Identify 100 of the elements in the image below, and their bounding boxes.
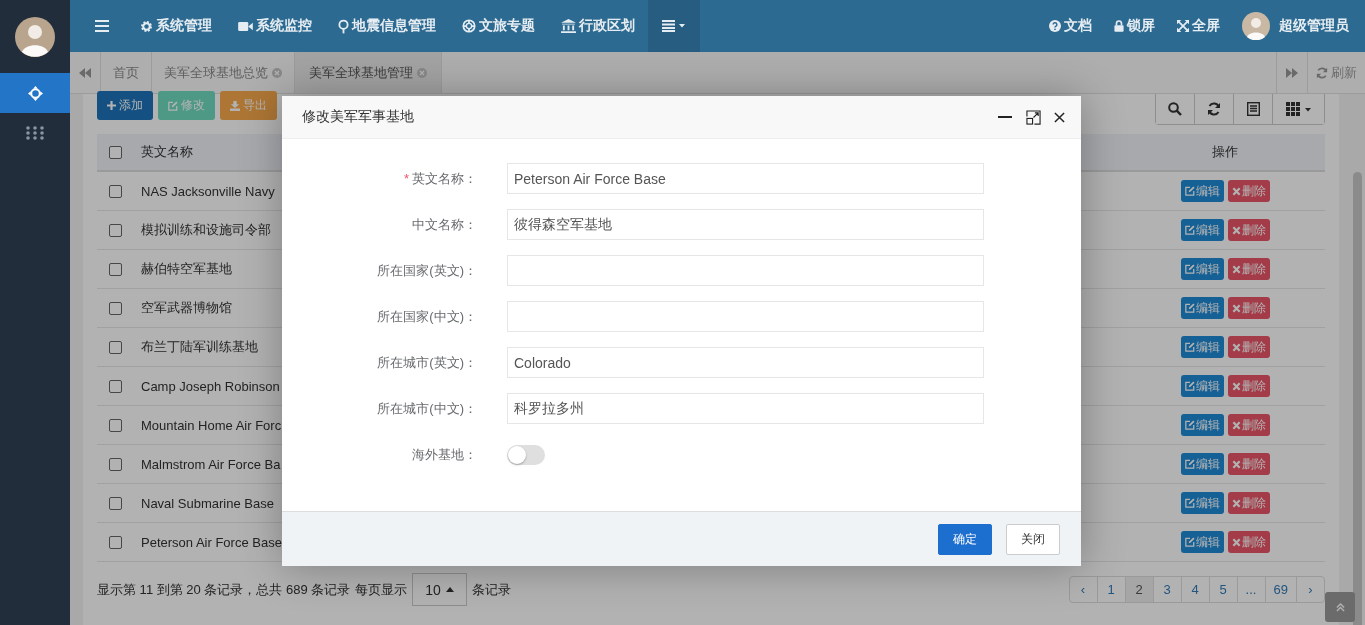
input-field[interactable] — [507, 255, 984, 286]
close-icon — [1231, 225, 1241, 235]
row-checkbox[interactable] — [109, 535, 122, 549]
row-checkbox[interactable] — [109, 457, 122, 471]
maximize-icon[interactable] — [1026, 109, 1041, 125]
select-all-checkbox[interactable] — [109, 145, 122, 159]
double-right-icon — [1286, 67, 1298, 78]
edit-icon — [1184, 186, 1195, 196]
edit-button[interactable]: 编辑 — [1180, 375, 1224, 397]
row-checkbox[interactable] — [109, 301, 122, 315]
table-cell: Naval Submarine Base — [141, 495, 274, 511]
close-icon[interactable] — [1054, 111, 1065, 123]
table-cell: Peterson Air Force Base — [141, 534, 282, 550]
close-icon — [1231, 303, 1241, 313]
nav-menu-item[interactable]: 文档 — [1038, 0, 1103, 52]
field-label: 海外基地： — [412, 446, 477, 462]
delete-button[interactable]: 删除 — [1227, 414, 1270, 436]
field-label: 中文名称： — [412, 216, 477, 232]
table-cell: 空军武器博物馆 — [141, 300, 232, 315]
nav-menu-item[interactable]: 文旅专题 — [449, 0, 548, 52]
row-checkbox[interactable] — [109, 262, 122, 276]
delete-button[interactable]: 删除 — [1227, 258, 1270, 280]
delete-button[interactable]: 删除 — [1227, 336, 1270, 358]
double-left-icon — [79, 67, 91, 78]
page-button[interactable]: ... — [1236, 576, 1266, 603]
double-up-icon — [1335, 602, 1345, 612]
sidebar-item[interactable] — [0, 73, 70, 113]
lifebuoy-icon — [462, 19, 476, 33]
close-icon — [1231, 420, 1241, 430]
refresh-icon — [1207, 102, 1221, 116]
fullscreen-icon — [1177, 20, 1189, 32]
page-button[interactable]: 1 — [1096, 576, 1126, 603]
edit-button[interactable]: 编辑 — [1180, 336, 1224, 358]
column-header: 操作 — [1212, 143, 1238, 161]
delete-button[interactable]: 删除 — [1227, 219, 1270, 241]
page-size-dropdown[interactable]: 10 — [412, 573, 467, 606]
row-checkbox[interactable] — [109, 184, 122, 198]
edit-button[interactable]: 编辑 — [1180, 414, 1224, 436]
lock-icon — [1114, 20, 1124, 32]
delete-button[interactable]: 删除 — [1227, 531, 1270, 553]
edit-button[interactable]: 编辑 — [1180, 453, 1224, 475]
row-checkbox[interactable] — [109, 379, 122, 393]
nav-menu-item[interactable]: 行政区划 — [548, 0, 648, 52]
row-checkbox[interactable] — [109, 418, 122, 432]
field-label: 所在城市(英文)： — [377, 354, 477, 370]
nav-menu-item[interactable]: 系统监控 — [225, 0, 325, 52]
edit-button[interactable]: 编辑 — [1180, 297, 1224, 319]
page-button[interactable]: 4 — [1180, 576, 1210, 603]
list-dropdown-icon — [662, 20, 686, 32]
edit-button[interactable]: 编辑 — [1180, 219, 1224, 241]
page-button[interactable]: 2 — [1124, 576, 1154, 603]
delete-button[interactable]: 删除 — [1227, 453, 1270, 475]
confirm-button[interactable]: 确定 — [938, 523, 992, 555]
refresh-button[interactable]: 刷新 — [1308, 52, 1365, 93]
nav-menu-item[interactable]: 全屏 — [1166, 0, 1231, 52]
delete-button[interactable]: 删除 — [1227, 375, 1270, 397]
user-menu[interactable]: 超级管理员 — [1231, 0, 1365, 52]
more-menu-button[interactable] — [648, 0, 700, 52]
gear-icon — [140, 19, 153, 33]
row-checkbox[interactable] — [109, 340, 122, 354]
avatar — [15, 16, 55, 57]
close-icon — [1231, 264, 1241, 274]
page-button[interactable]: ‹ — [1068, 576, 1098, 603]
page-button[interactable]: 3 — [1152, 576, 1182, 603]
nav-menu-item[interactable]: 锁屏 — [1103, 0, 1166, 52]
required-mark: * — [403, 170, 409, 186]
row-checkbox[interactable] — [109, 223, 122, 237]
nav-menu-item[interactable]: 系统管理 — [127, 0, 225, 52]
input-field[interactable]: Colorado — [507, 347, 984, 378]
close-icon — [1231, 342, 1241, 352]
edit-icon — [1184, 303, 1195, 313]
input-field[interactable]: 彼得森空军基地 — [507, 209, 984, 240]
toggle-switch[interactable] — [507, 444, 545, 465]
edit-icon — [1184, 420, 1195, 430]
edit-button[interactable]: 编辑 — [1180, 492, 1224, 514]
table-cell: Malmstrom Air Force Ba — [141, 456, 281, 472]
close-button[interactable]: 关闭 — [1006, 523, 1060, 555]
edit-button[interactable]: 编辑 — [1180, 531, 1224, 553]
page-tab[interactable]: 美军全球基地管理 — [295, 52, 442, 93]
edit-icon — [1184, 381, 1195, 391]
add-button[interactable]: 添加 — [97, 91, 153, 120]
page-size-label: 每页显示 — [355, 580, 408, 599]
delete-button[interactable]: 删除 — [1227, 180, 1270, 202]
delete-button[interactable]: 删除 — [1227, 297, 1270, 319]
scrollbar[interactable] — [1353, 172, 1362, 625]
export-button[interactable]: 导出 — [220, 91, 277, 120]
field-label: 所在国家(中文)： — [377, 308, 477, 324]
row-checkbox[interactable] — [109, 496, 122, 510]
input-field[interactable]: 科罗拉多州 — [507, 393, 984, 424]
download-icon — [230, 100, 240, 111]
input-field[interactable] — [507, 301, 984, 332]
page-button[interactable]: 5 — [1208, 576, 1238, 603]
page-button[interactable]: › — [1296, 576, 1325, 603]
delete-button[interactable]: 删除 — [1227, 492, 1270, 514]
input-field[interactable]: Peterson Air Force Base — [507, 163, 984, 194]
search-button[interactable] — [1156, 94, 1195, 124]
menu-icon — [95, 20, 109, 32]
nav-menu-item[interactable]: 地震信息管理 — [325, 0, 449, 52]
edit-button[interactable]: 编辑 — [1180, 180, 1224, 202]
edit-button[interactable]: 编辑 — [1180, 258, 1224, 280]
